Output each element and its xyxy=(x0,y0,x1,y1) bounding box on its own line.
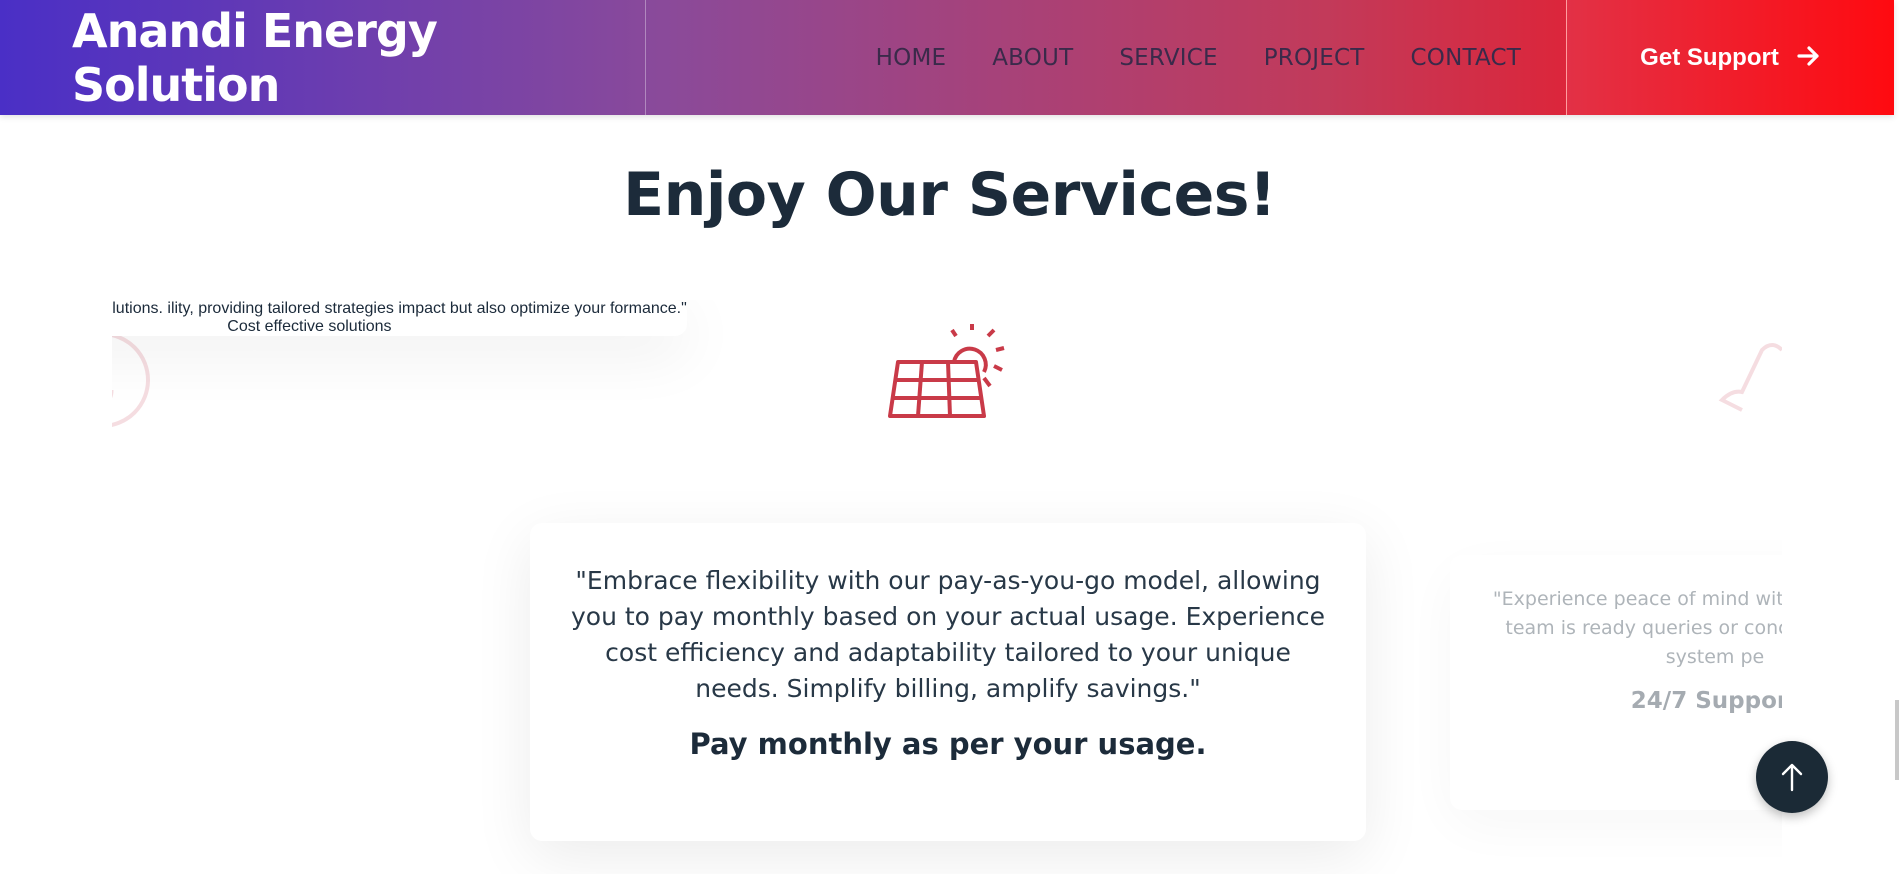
brand-title[interactable]: Anandi Energy Solution xyxy=(72,4,645,112)
nav-contact[interactable]: CONTACT xyxy=(1411,45,1521,71)
service-card-quote: ndly and cost-effective solutions. ility… xyxy=(112,300,687,317)
services-carousel[interactable]: ndly and cost-effective solutions. ility… xyxy=(112,300,1782,874)
wrench-icon xyxy=(1718,343,1782,412)
service-card-cost-effective[interactable]: ndly and cost-effective solutions. ility… xyxy=(112,300,687,336)
arrow-up-icon xyxy=(1781,763,1803,792)
arrow-right-icon xyxy=(1797,43,1821,73)
nav-service[interactable]: SERVICE xyxy=(1119,45,1217,71)
service-card-quote: "Experience peace of mind with Our dedic… xyxy=(1492,588,1782,668)
eco-globe-icon xyxy=(112,333,150,427)
nav-about[interactable]: ABOUT xyxy=(992,45,1073,71)
service-card-title: Pay monthly as per your usage. xyxy=(689,727,1207,761)
page-scrollbar[interactable] xyxy=(1895,700,1899,780)
brand[interactable]: Anandi Energy Solution xyxy=(0,0,646,115)
service-card-support[interactable]: "Experience peace of mind with Our dedic… xyxy=(1450,555,1782,810)
get-support-label: Get Support xyxy=(1640,43,1779,71)
service-card-title: 24/7 Support xyxy=(1630,688,1782,714)
service-card-quote: "Embrace flexibility with our pay-as-you… xyxy=(570,566,1326,703)
service-card-pay-monthly[interactable]: "Embrace flexibility with our pay-as-you… xyxy=(530,523,1366,841)
service-card-title: Cost effective solutions xyxy=(227,318,392,335)
nav-links: HOME ABOUT SERVICE PROJECT CONTACT xyxy=(646,0,1566,115)
navbar: Anandi Energy Solution HOME ABOUT SERVIC… xyxy=(0,0,1894,115)
solar-panel-icon xyxy=(888,324,1005,418)
scroll-to-top-button[interactable] xyxy=(1756,741,1828,813)
get-support-button[interactable]: Get Support xyxy=(1566,0,1894,115)
services-title: Enjoy Our Services! xyxy=(623,160,1276,230)
nav-project[interactable]: PROJECT xyxy=(1264,45,1365,71)
nav-home[interactable]: HOME xyxy=(876,45,947,71)
